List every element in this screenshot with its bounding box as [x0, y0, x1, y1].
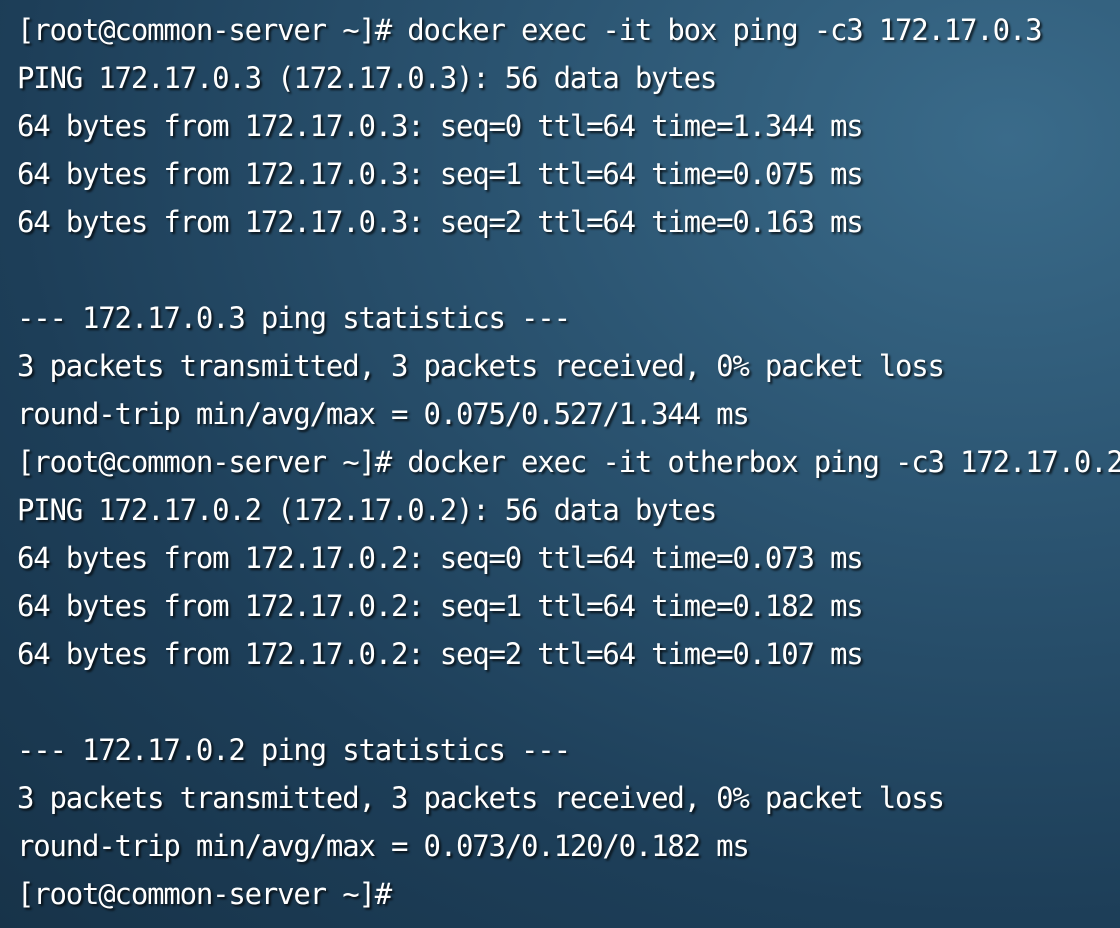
- output-line: 64 bytes from 172.17.0.3: seq=1 ttl=64 t…: [17, 157, 864, 191]
- terminal-window[interactable]: [root@common-server ~]# docker exec -it …: [0, 0, 1120, 928]
- output-line: 64 bytes from 172.17.0.2: seq=1 ttl=64 t…: [17, 589, 864, 623]
- output-line: 64 bytes from 172.17.0.3: seq=2 ttl=64 t…: [17, 205, 864, 239]
- output-line: round-trip min/avg/max = 0.075/0.527/1.3…: [17, 397, 750, 431]
- output-line: --- 172.17.0.3 ping statistics ---: [17, 301, 571, 335]
- command-line: [root@common-server ~]# docker exec -it …: [17, 13, 1043, 47]
- output-line: 64 bytes from 172.17.0.3: seq=0 ttl=64 t…: [17, 109, 864, 143]
- output-line: PING 172.17.0.3 (172.17.0.3): 56 data by…: [17, 61, 717, 95]
- output-line: --- 172.17.0.2 ping statistics ---: [17, 733, 571, 767]
- output-line: PING 172.17.0.2 (172.17.0.2): 56 data by…: [17, 493, 717, 527]
- output-line: 3 packets transmitted, 3 packets receive…: [17, 349, 945, 383]
- output-line: 64 bytes from 172.17.0.2: seq=2 ttl=64 t…: [17, 637, 864, 671]
- output-line: 64 bytes from 172.17.0.2: seq=0 ttl=64 t…: [17, 541, 864, 575]
- output-line: 3 packets transmitted, 3 packets receive…: [17, 781, 945, 815]
- output-line: round-trip min/avg/max = 0.073/0.120/0.1…: [17, 829, 750, 863]
- command-line: [root@common-server ~]# docker exec -it …: [17, 445, 1120, 479]
- prompt-line[interactable]: [root@common-server ~]#: [17, 870, 1120, 918]
